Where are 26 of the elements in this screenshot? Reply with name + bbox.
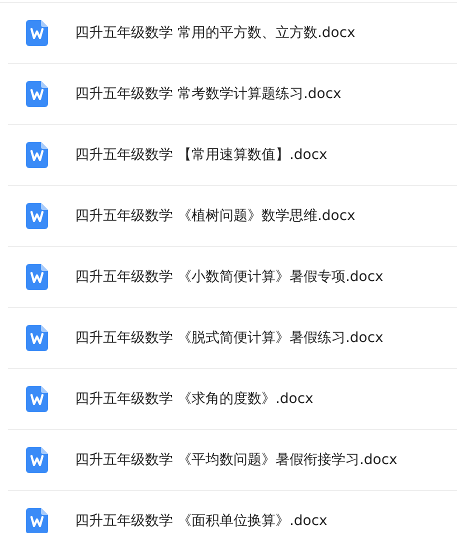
file-name: 四升五年级数学 常用的平方数、立方数.docx <box>75 24 356 42</box>
document-icon <box>26 81 48 107</box>
file-row[interactable]: 四升五年级数学 《植树问题》数学思维.docx <box>8 186 457 247</box>
file-row[interactable]: 四升五年级数学 《平均数问题》暑假衔接学习.docx <box>8 430 457 491</box>
document-icon <box>26 142 48 168</box>
file-row[interactable]: 四升五年级数学 常考数学计算题练习.docx <box>8 64 457 125</box>
file-row[interactable]: 四升五年级数学 《脱式简便计算》暑假练习.docx <box>8 308 457 369</box>
file-name: 四升五年级数学 常考数学计算题练习.docx <box>75 84 342 104</box>
file-row[interactable]: 四升五年级数学 《小数简便计算》暑假专项.docx <box>8 247 457 308</box>
file-name: 四升五年级数学 《平均数问题》暑假衔接学习.docx <box>75 450 398 470</box>
file-row[interactable]: 四升五年级数学 《求角的度数》.docx <box>8 369 457 430</box>
file-row[interactable]: 四升五年级数学 《面积单位换算》.docx <box>8 491 457 533</box>
document-icon <box>26 386 48 412</box>
document-icon <box>26 20 48 46</box>
file-name: 四升五年级数学 《求角的度数》.docx <box>75 390 314 408</box>
file-row[interactable]: 四升五年级数学 【常用速算数值】.docx <box>8 125 457 186</box>
file-name: 四升五年级数学 【常用速算数值】.docx <box>75 146 328 164</box>
file-name: 四升五年级数学 《植树问题》数学思维.docx <box>75 206 356 226</box>
document-icon <box>26 325 48 351</box>
document-icon <box>26 264 48 290</box>
file-row[interactable]: 四升五年级数学 常用的平方数、立方数.docx <box>8 3 457 64</box>
file-name: 四升五年级数学 《小数简便计算》暑假专项.docx <box>75 268 384 286</box>
file-name: 四升五年级数学 《面积单位换算》.docx <box>75 512 328 530</box>
document-icon <box>26 203 48 229</box>
document-icon <box>26 447 48 473</box>
file-name: 四升五年级数学 《脱式简便计算》暑假练习.docx <box>75 328 384 348</box>
